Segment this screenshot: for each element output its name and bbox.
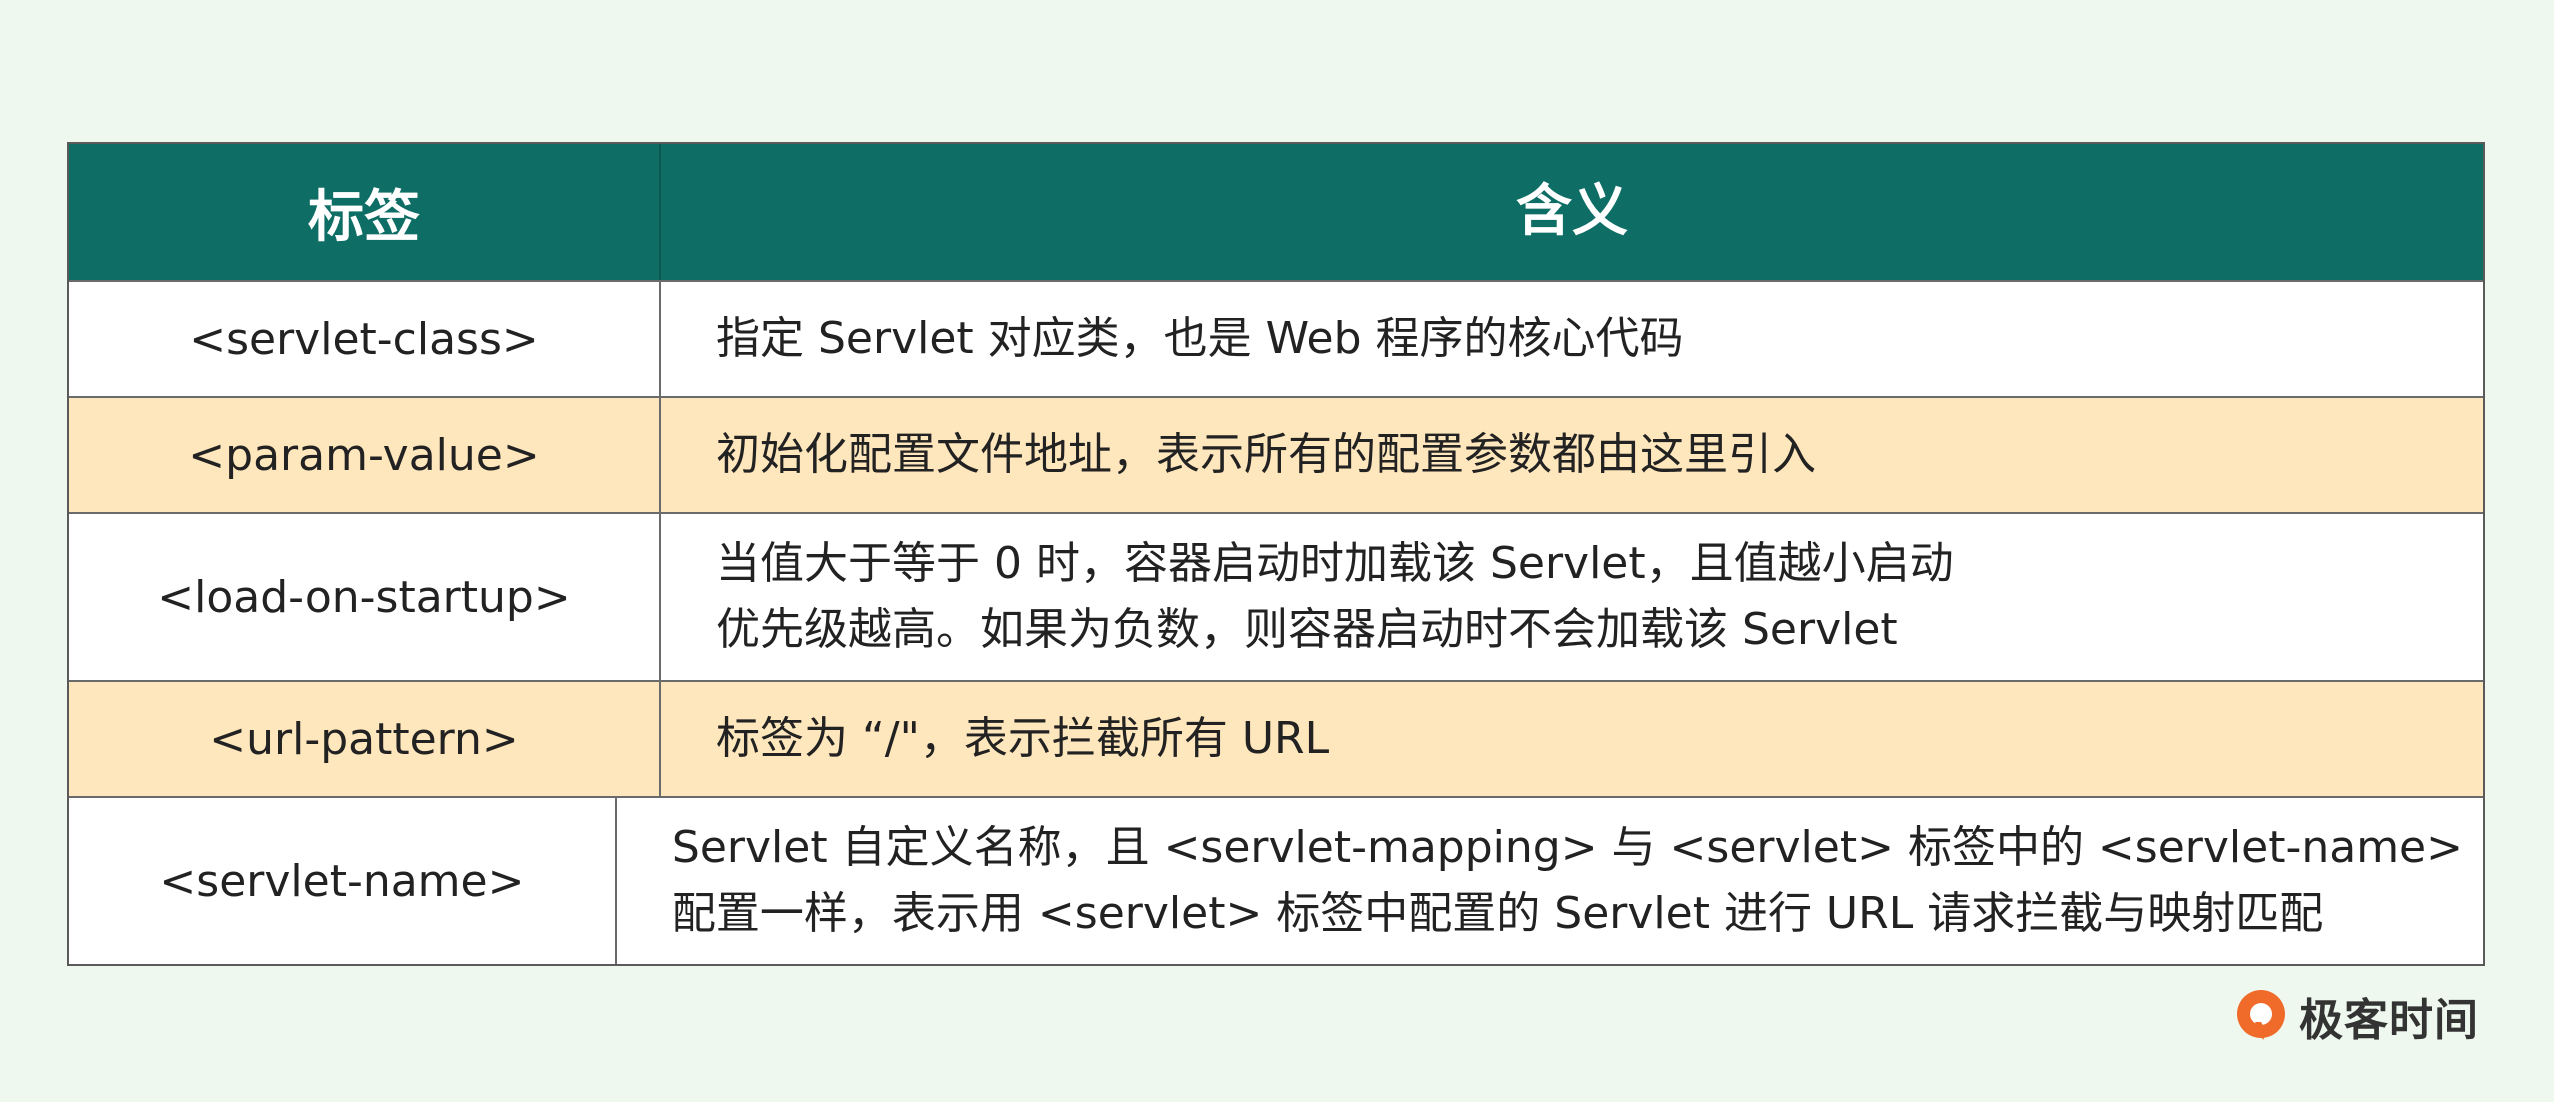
table-row: <servlet-name> Servlet 自定义名称，且 <servlet-…	[69, 796, 2483, 964]
table-row: <url-pattern> 标签为 “/"，表示拦截所有 URL	[69, 680, 2483, 796]
meaning-line: 初始化配置文件地址，表示所有的配置参数都由这里引入	[716, 429, 1816, 480]
table-row: <servlet-class> 指定 Servlet 对应类，也是 Web 程序…	[69, 280, 2483, 396]
geektime-logo-icon	[2233, 988, 2289, 1044]
geektime-logo: 极客时间	[2233, 984, 2479, 1048]
tag-meaning-table: 标签 含义 <servlet-class> 指定 Servlet 对应类，也是 …	[67, 142, 2485, 966]
row-meaning: Servlet 自定义名称，且 <servlet-mapping> 与 <ser…	[617, 798, 2483, 964]
row-meaning: 指定 Servlet 对应类，也是 Web 程序的核心代码	[661, 282, 2483, 396]
table-row: <load-on-startup> 当值大于等于 0 时，容器启动时加载该 Se…	[69, 512, 2483, 680]
header-meaning: 含义	[1516, 179, 1628, 244]
logo-text: 极客时间	[2299, 995, 2479, 1046]
row-tag: <load-on-startup>	[69, 514, 661, 680]
meaning-line: 配置一样，表示用 <servlet> 标签中配置的 Servlet 进行 URL…	[671, 888, 2324, 939]
row-tag: <url-pattern>	[69, 682, 661, 796]
row-tag: <servlet-class>	[69, 282, 661, 396]
header-tag: 标签	[69, 144, 661, 280]
meaning-line: 指定 Servlet 对应类，也是 Web 程序的核心代码	[716, 313, 1684, 364]
meaning-line: Servlet 自定义名称，且 <servlet-mapping> 与 <ser…	[671, 822, 2463, 873]
row-tag: <param-value>	[69, 398, 661, 512]
row-meaning: 当值大于等于 0 时，容器启动时加载该 Servlet，且值越小启动 优先级越高…	[661, 514, 2483, 680]
meaning-line: 优先级越高。如果为负数，则容器启动时不会加载该 Servlet	[716, 604, 1898, 655]
table-header-row: 标签 含义	[69, 144, 2483, 280]
table-row: <param-value> 初始化配置文件地址，表示所有的配置参数都由这里引入	[69, 396, 2483, 512]
row-tag: <servlet-name>	[69, 798, 617, 964]
meaning-line: 当值大于等于 0 时，容器启动时加载该 Servlet，且值越小启动	[716, 538, 1954, 589]
row-meaning: 标签为 “/"，表示拦截所有 URL	[661, 682, 2483, 796]
meaning-line: 标签为 “/"，表示拦截所有 URL	[716, 713, 1330, 764]
row-meaning: 初始化配置文件地址，表示所有的配置参数都由这里引入	[661, 398, 2483, 512]
